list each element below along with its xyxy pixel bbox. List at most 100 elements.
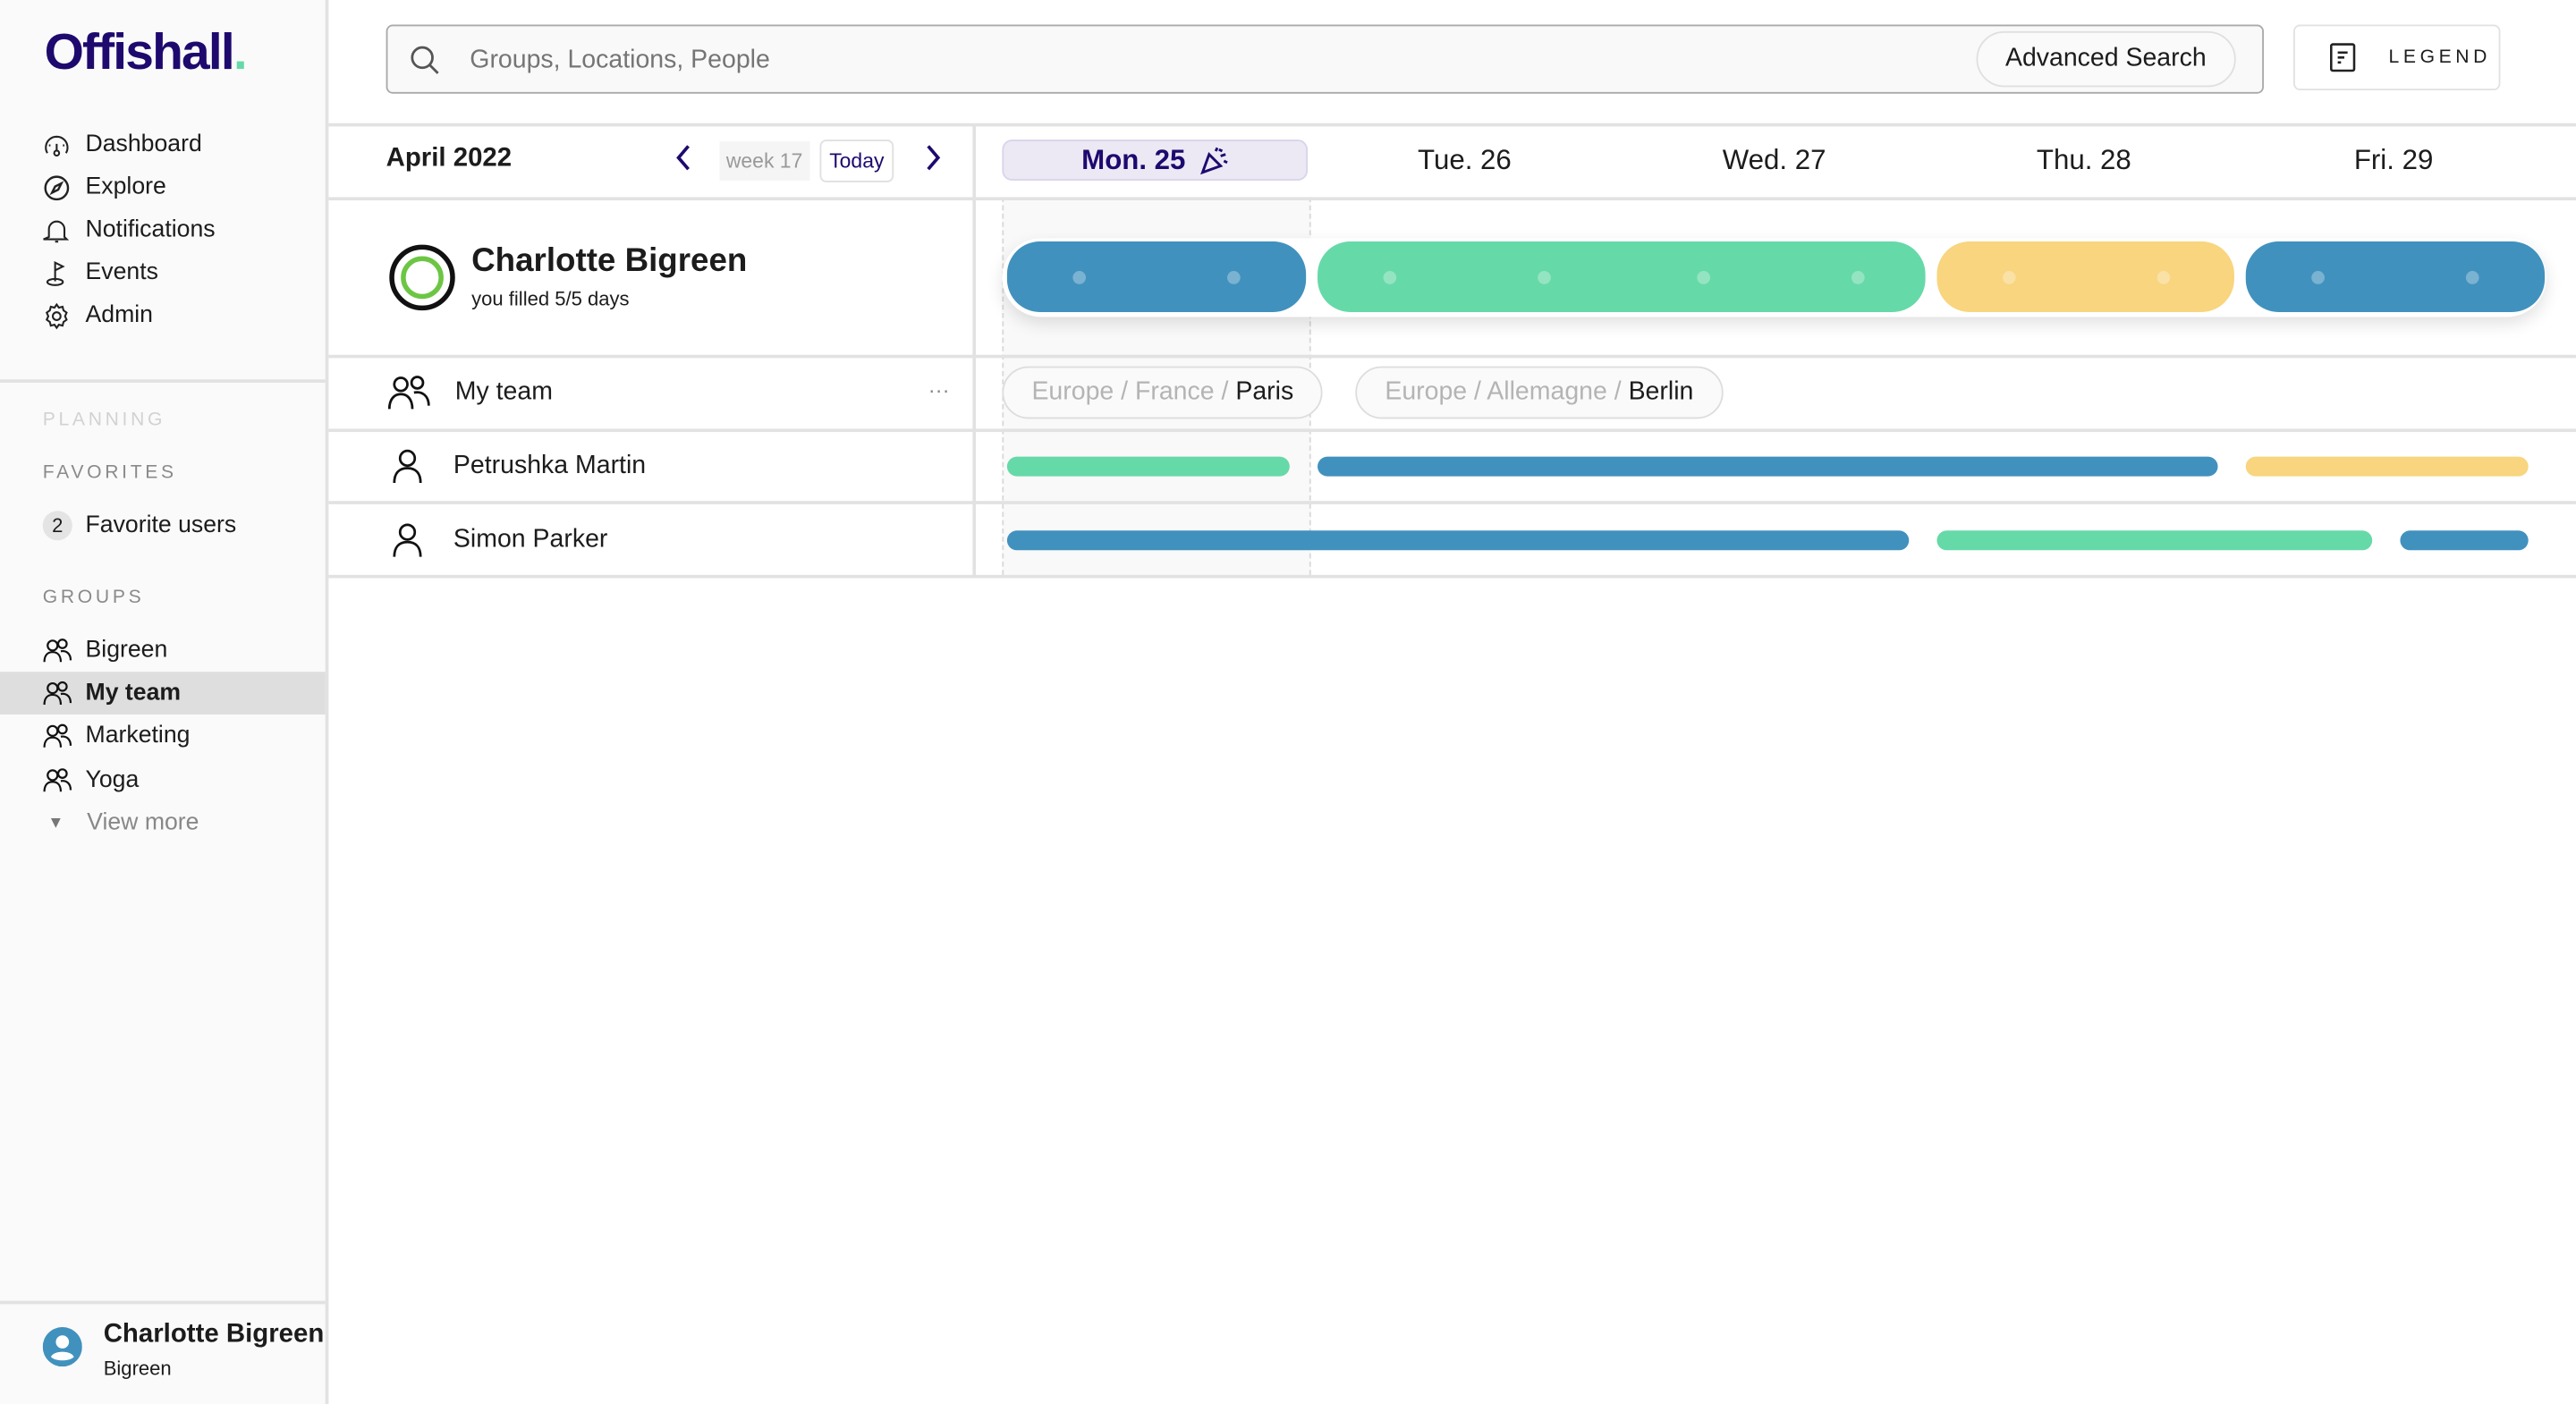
legend-icon <box>2328 43 2358 72</box>
location-separator: / <box>1607 377 1629 407</box>
person-name: Petrushka Martin <box>453 452 646 481</box>
person-row-label[interactable]: Simon Parker <box>386 521 608 557</box>
location-path: Europe / France <box>1031 377 1214 407</box>
schedule-bar-yellow[interactable] <box>2246 457 2528 477</box>
groups-heading: GROUPS <box>43 588 145 608</box>
day-label: Mon. 25 <box>1081 144 1185 177</box>
search-icon <box>409 45 440 76</box>
group-label: Yoga <box>86 766 140 792</box>
user-avatar[interactable] <box>43 1327 82 1374</box>
location-city: Paris <box>1235 377 1293 407</box>
nav-label: Explore <box>86 174 166 200</box>
planning-heading: PLANNING <box>43 410 165 430</box>
divider <box>0 379 326 383</box>
half-day-dot <box>2311 270 2325 283</box>
half-day-dot <box>1538 270 1551 283</box>
schedule-bar-green[interactable] <box>1007 457 1289 477</box>
column-divider <box>972 125 976 577</box>
next-week-button[interactable] <box>921 141 945 182</box>
party-popper-icon <box>1199 146 1228 175</box>
user-name[interactable]: Charlotte Bigreen <box>104 1321 325 1350</box>
prev-week-button[interactable] <box>672 141 695 184</box>
schedule-bar-blue[interactable] <box>1007 241 1305 312</box>
location-tag[interactable]: Europe / Allemagne / Berlin <box>1355 367 1723 419</box>
schedule-bar-yellow[interactable] <box>1936 241 2234 312</box>
group-item[interactable]: Bigreen <box>0 629 326 672</box>
location-tag[interactable]: Europe / France / Paris <box>1002 367 1323 419</box>
person-row-label[interactable]: Petrushka Martin <box>386 448 647 484</box>
nav-label: Admin <box>86 302 154 328</box>
legend-label: LEGEND <box>2389 47 2491 67</box>
search-bar[interactable]: Advanced Search <box>386 25 2264 94</box>
location-separator: / <box>1215 377 1236 407</box>
day-header[interactable]: Thu. 28 <box>1931 140 2237 181</box>
group-item[interactable]: Yoga <box>0 758 326 801</box>
bell-icon <box>43 216 71 244</box>
progress-ring-icon <box>387 243 456 312</box>
divider <box>328 428 2576 432</box>
my-name: Charlotte Bigreen <box>471 243 747 281</box>
half-day-dot <box>1383 270 1396 283</box>
team-name: My team <box>455 377 553 407</box>
schedule-bar-green[interactable] <box>1936 529 2373 549</box>
divider <box>328 501 2576 504</box>
day-header[interactable]: Mon. 25 <box>1002 140 1308 181</box>
day-header[interactable]: Tue. 26 <box>1312 140 1618 181</box>
schedule-bar-blue[interactable] <box>2401 529 2528 549</box>
location-path: Europe / Allemagne <box>1385 377 1606 407</box>
divider <box>0 1301 326 1305</box>
divider <box>328 575 2576 579</box>
group-label: Marketing <box>86 723 191 749</box>
advanced-search-button[interactable]: Advanced Search <box>1976 31 2236 87</box>
nav-admin[interactable]: Admin <box>43 296 322 335</box>
group-icon <box>43 766 72 792</box>
day-label: Wed. 27 <box>1723 144 1826 177</box>
group-item[interactable]: My team <box>0 672 326 715</box>
divider <box>328 197 2576 200</box>
group-item[interactable]: Marketing <box>0 715 326 758</box>
day-header[interactable]: Fri. 29 <box>2241 140 2546 181</box>
schedule-bar-blue[interactable] <box>1317 457 2217 477</box>
nav-notifications[interactable]: Notifications <box>43 210 322 250</box>
person-icon <box>386 448 429 484</box>
team-row-label[interactable]: My team <box>386 375 553 410</box>
half-day-dot <box>1073 270 1087 283</box>
group-icon <box>43 681 72 706</box>
half-day-dot <box>1852 270 1866 283</box>
legend-button[interactable]: LEGEND <box>2293 25 2500 90</box>
caret-down-icon: ▼ <box>47 814 64 832</box>
half-day-dot <box>1228 270 1241 283</box>
half-day-dot <box>2002 270 2015 283</box>
nav-label: Notifications <box>86 216 216 242</box>
chevron-right-icon <box>921 141 945 174</box>
today-button[interactable]: Today <box>820 140 894 182</box>
day-label: Thu. 28 <box>2037 144 2131 177</box>
offishall-logo[interactable]: Offishall. <box>45 23 246 82</box>
nav-label: Events <box>86 259 158 285</box>
nav-explore[interactable]: Explore <box>43 167 322 207</box>
nav-events[interactable]: Events <box>43 253 322 292</box>
search-input[interactable] <box>467 39 1919 82</box>
user-org: Bigreen <box>104 1357 172 1380</box>
favorites-count-badge: 2 <box>43 511 72 540</box>
group-label: Bigreen <box>86 638 168 664</box>
view-more-label: View more <box>87 809 199 835</box>
schedule-bar-green[interactable] <box>1317 241 1925 312</box>
schedule-bar-blue[interactable] <box>2246 241 2544 312</box>
day-header[interactable]: Wed. 27 <box>1622 140 1928 181</box>
favorite-users-item[interactable]: 2 Favorite users <box>43 506 322 546</box>
gear-icon <box>43 301 71 329</box>
chevron-left-icon <box>672 141 695 174</box>
view-more-button[interactable]: ▼ View more <box>43 803 322 842</box>
team-more-button[interactable]: ··· <box>928 377 950 402</box>
schedule-bar-blue[interactable] <box>1007 529 1908 549</box>
compass-icon <box>43 173 71 201</box>
nav-label: Dashboard <box>86 131 202 157</box>
day-label: Fri. 29 <box>2354 144 2434 177</box>
group-icon <box>43 723 72 749</box>
nav-dashboard[interactable]: Dashboard <box>43 125 322 165</box>
week-number: week 17 <box>719 141 809 181</box>
half-day-dot <box>1698 270 1711 283</box>
person-name: Simon Parker <box>453 525 607 554</box>
half-day-dot <box>2157 270 2170 283</box>
